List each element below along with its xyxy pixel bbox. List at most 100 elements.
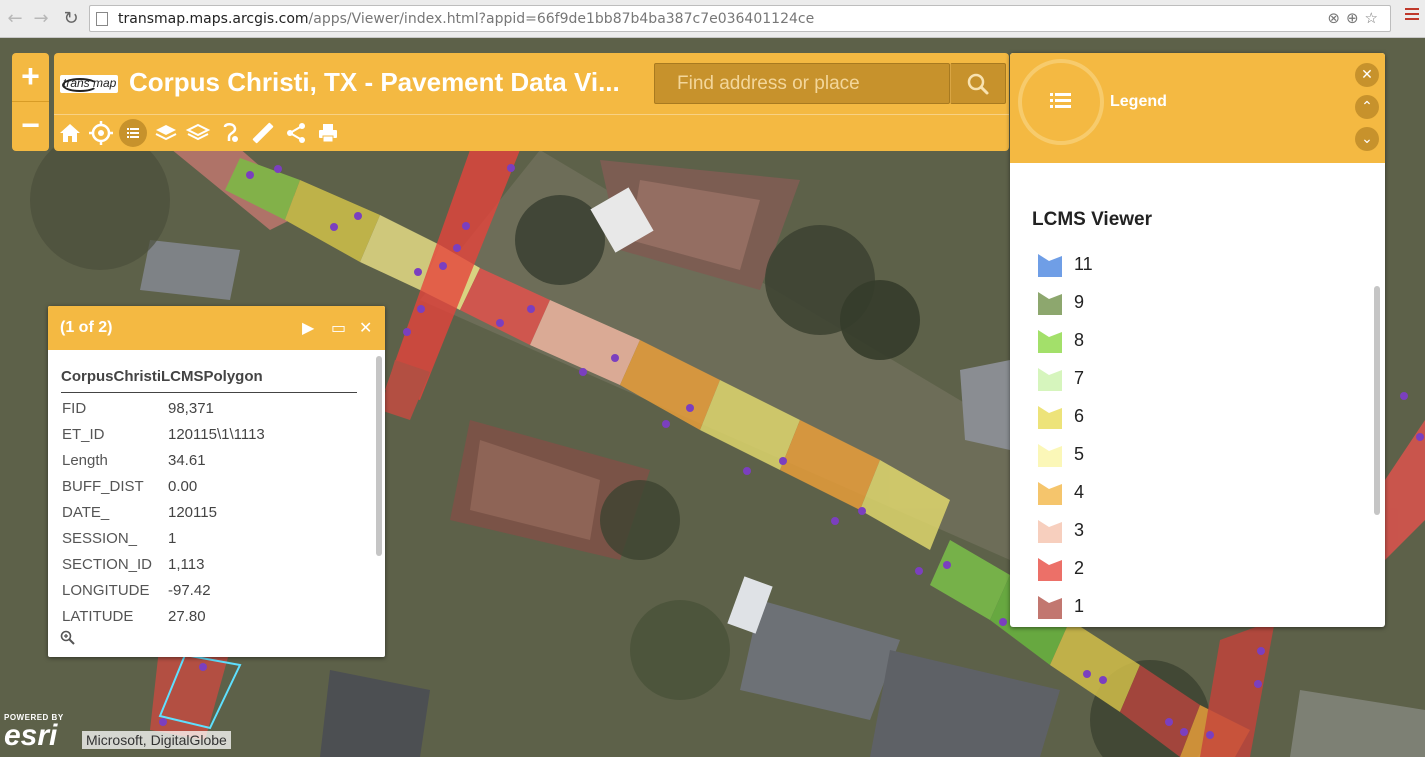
legend-swatch — [1038, 444, 1062, 467]
zoom-out-button[interactable]: − — [12, 102, 49, 151]
browser-menu-icon[interactable] — [1405, 8, 1419, 22]
legend-item: 8 — [1037, 328, 1237, 354]
legend-title: Legend — [1110, 93, 1167, 110]
legend-layer-title: LCMS Viewer — [1032, 209, 1153, 230]
legend-swatch — [1038, 558, 1062, 581]
popup-scrollbar[interactable] — [376, 356, 382, 556]
browser-toolbar: ← → ↻ transmap.maps.arcgis.com/apps/View… — [0, 0, 1425, 38]
attribute-value: 34.61 — [168, 452, 206, 469]
zoom-icon[interactable]: ⊕ — [1346, 9, 1365, 27]
legend-item: 6 — [1037, 404, 1237, 430]
legend-item-label: 6 — [1074, 406, 1085, 426]
attribute-value: 0.00 — [168, 478, 198, 495]
attribute-key: DATE_ — [62, 504, 110, 521]
search-box — [654, 63, 950, 104]
popup-count: (1 of 2) — [60, 319, 113, 336]
legend-swatch — [1038, 254, 1062, 277]
legend-item-label: 5 — [1074, 444, 1085, 464]
location-blocked-icon[interactable]: ⊗ — [1327, 9, 1346, 27]
feature-title-divider — [61, 392, 357, 393]
reload-icon[interactable]: ↻ — [60, 8, 82, 30]
attribute-value: 120115\1\1113 — [168, 426, 265, 443]
legend-header: Legend ✕ ⌃ ⌄ — [1010, 53, 1385, 163]
search-button[interactable] — [950, 63, 1006, 104]
esri-brand: esri — [4, 719, 58, 752]
legend-swatch — [1038, 596, 1062, 619]
chevron-down-icon[interactable]: ⌄ — [1355, 127, 1379, 151]
app-title: Corpus Christi, TX - Pavement Data Vi... — [129, 67, 620, 97]
zoom-in-button[interactable]: + — [12, 53, 49, 102]
header-divider — [54, 114, 1009, 115]
url-path: /apps/Viewer/index.html?appid=66f9de1bb8… — [308, 11, 815, 27]
transmap-logo: trans map — [60, 75, 118, 93]
legend-scrollbar[interactable] — [1374, 286, 1380, 515]
attribute-value: 1 — [168, 530, 177, 547]
attribute-value: 120115 — [168, 504, 217, 521]
locate-icon[interactable] — [87, 119, 115, 147]
legend-swatch — [1038, 330, 1062, 353]
zoom-to-icon[interactable] — [60, 630, 76, 651]
legend-item: 9 — [1037, 290, 1237, 316]
legend-item-label: 7 — [1074, 368, 1085, 388]
esri-logo: POWERED BY esri — [4, 713, 64, 752]
legend-item: 3 — [1037, 518, 1237, 544]
attribute-value: 98,371 — [168, 400, 214, 417]
forward-icon[interactable]: → — [30, 8, 52, 30]
legend-swatch — [1038, 368, 1062, 391]
legend-item: 7 — [1037, 366, 1237, 392]
popup-header: (1 of 2) ▶ ▭ ✕ — [48, 306, 385, 350]
layers-icon[interactable] — [152, 119, 180, 147]
legend-item-label: 1 — [1074, 596, 1085, 616]
search-input[interactable] — [655, 64, 949, 103]
attribute-key: SESSION_ — [62, 530, 138, 547]
app-header: trans map Corpus Christi, TX - Pavement … — [54, 53, 1009, 151]
popup-body: CorpusChristiLCMSPolygon FID 98,371 ET_ID… — [48, 350, 378, 657]
basemap-icon[interactable] — [184, 119, 212, 147]
bookmark-star-icon[interactable]: ☆ — [1365, 9, 1384, 27]
maximize-icon[interactable]: ▭ — [331, 319, 346, 337]
close-icon[interactable]: ✕ — [1355, 63, 1379, 87]
legend-ring — [1018, 59, 1104, 145]
home-icon[interactable] — [56, 119, 84, 147]
legend-item-label: 2 — [1074, 558, 1085, 578]
legend-item: 4 — [1037, 480, 1237, 506]
feature-popup: (1 of 2) ▶ ▭ ✕ CorpusChristiLCMSPolygon … — [48, 306, 385, 657]
legend-panel-icon — [1039, 79, 1083, 123]
page-icon — [96, 12, 108, 26]
address-bar[interactable]: transmap.maps.arcgis.com/apps/Viewer/ind… — [89, 5, 1391, 32]
back-icon[interactable]: ← — [4, 8, 26, 30]
address-bar-icons: ⊗⊕☆ — [1327, 9, 1384, 27]
attribute-key: Length — [62, 452, 108, 469]
search-icon — [967, 73, 989, 95]
close-icon[interactable]: ✕ — [359, 319, 372, 337]
attribute-key: SECTION_ID — [62, 556, 153, 573]
url-text[interactable]: transmap.maps.arcgis.com/apps/Viewer/ind… — [118, 11, 814, 27]
attribute-value: 1,113 — [168, 556, 205, 573]
ruler-icon[interactable] — [249, 119, 277, 147]
legend-panel: Legend ✕ ⌃ ⌄ LCMS Viewer 11 9 8 7 6 5 4 3 2 1 — [1010, 53, 1385, 627]
legend-swatch — [1038, 482, 1062, 505]
logo-text: trans map — [63, 76, 117, 90]
zoom-control: + − — [12, 53, 49, 151]
print-icon[interactable] — [314, 119, 342, 147]
legend-item: 11 — [1037, 252, 1237, 278]
feature-title: CorpusChristiLCMSPolygon — [61, 368, 263, 385]
attribute-key: LONGITUDE — [62, 582, 150, 599]
measure-area-icon[interactable] — [217, 119, 245, 147]
share-icon[interactable] — [282, 119, 310, 147]
attribute-key: LATITUDE — [62, 608, 134, 625]
legend-item: 5 — [1037, 442, 1237, 468]
legend-item-label: 4 — [1074, 482, 1085, 502]
attribute-key: ET_ID — [62, 426, 105, 443]
chevron-up-icon[interactable]: ⌃ — [1355, 95, 1379, 119]
map-attribution: Microsoft, DigitalGlobe — [82, 731, 231, 749]
attribute-key: BUFF_DIST — [62, 478, 144, 495]
legend-item-label: 3 — [1074, 520, 1085, 540]
next-feature-icon[interactable]: ▶ — [302, 319, 314, 337]
attribute-value: 27.80 — [168, 608, 206, 625]
legend-icon[interactable] — [119, 119, 147, 147]
legend-swatch — [1038, 292, 1062, 315]
attribute-value: -97.42 — [168, 582, 211, 599]
legend-item-label: 8 — [1074, 330, 1085, 350]
attribute-key: FID — [62, 400, 87, 417]
